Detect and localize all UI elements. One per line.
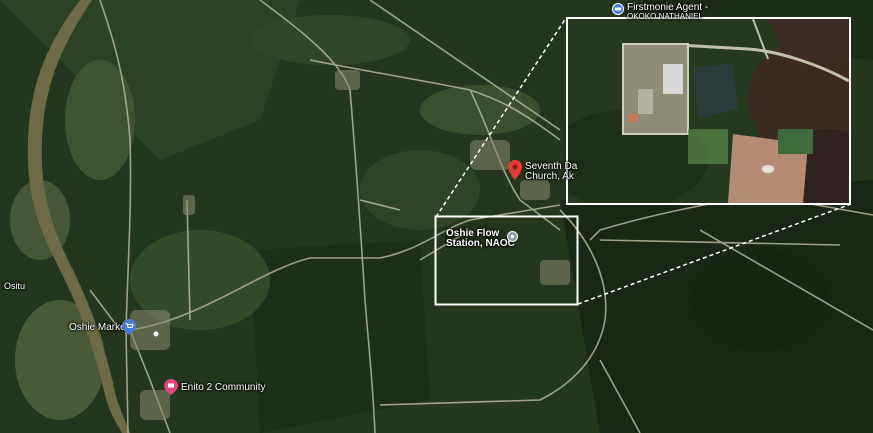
shopping-cart-icon[interactable] xyxy=(122,319,136,340)
satellite-map[interactable]: Firstmonie Agent - OKOKO NATHANIEL Seven… xyxy=(0,0,873,433)
oshie-market-label: Oshie Market xyxy=(69,322,129,333)
place-icon[interactable] xyxy=(507,229,518,247)
church-label-line2: Church, Ak xyxy=(525,171,574,182)
inset-imagery xyxy=(568,19,849,203)
flow-station-label-line2: Station, NAOC xyxy=(446,238,515,249)
atm-icon[interactable] xyxy=(612,3,624,22)
firstmonie-label-line2: OKOKO NATHANIEL xyxy=(627,12,703,21)
location-pin-icon[interactable] xyxy=(508,160,522,185)
inset-zoom-view xyxy=(566,17,851,205)
ositu-label: Ositu xyxy=(4,281,26,291)
community-icon[interactable] xyxy=(164,379,178,400)
enito-community-label: Enito 2 Community xyxy=(181,382,266,393)
dot-marker-icon xyxy=(153,324,159,342)
